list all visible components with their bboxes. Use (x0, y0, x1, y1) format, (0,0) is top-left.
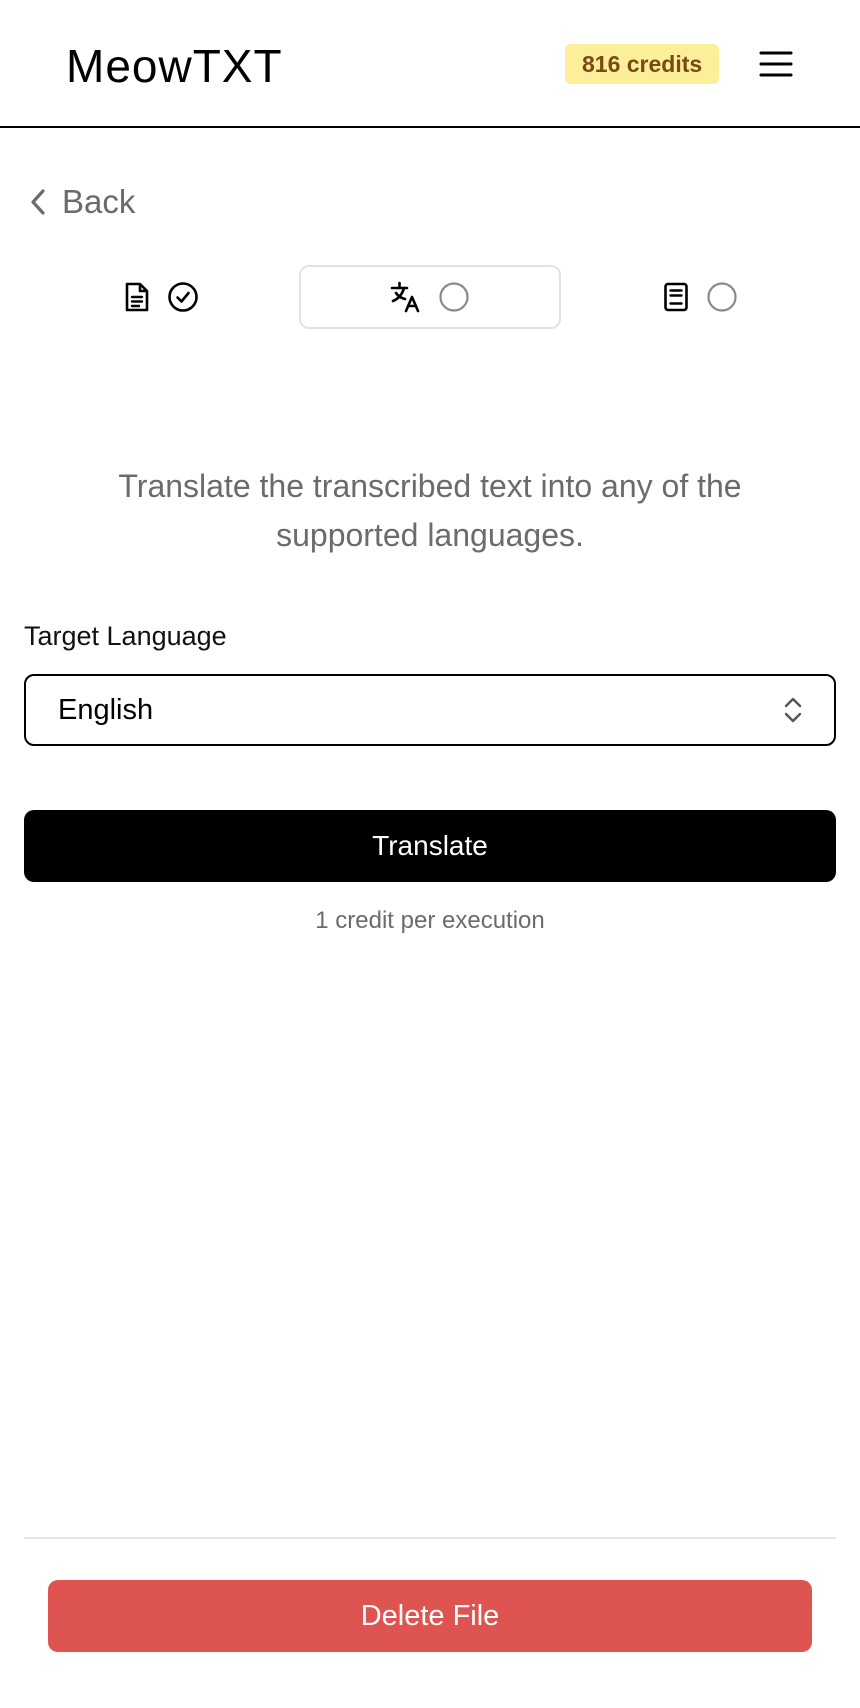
app-header: MeowTXT 816 credits (0, 0, 860, 128)
step-summary[interactable] (650, 265, 750, 329)
back-label: Back (62, 183, 136, 220)
step-description: Translate the transcribed text into any … (118, 468, 742, 553)
empty-circle-icon (707, 282, 737, 312)
step-transcribe[interactable] (111, 265, 211, 329)
back-button[interactable]: Back (28, 176, 135, 228)
target-language-select[interactable]: English (24, 674, 836, 746)
credits-badge: 816 credits (565, 44, 720, 84)
workflow-steps (0, 265, 860, 329)
hamburger-menu-icon (759, 51, 793, 77)
chevron-left-icon (31, 189, 45, 215)
target-language-label: Target Language (24, 621, 227, 651)
delete-file-button[interactable]: Delete File (48, 1580, 812, 1652)
translate-button[interactable]: Translate (24, 810, 836, 882)
document-icon (125, 282, 149, 312)
app-logo[interactable]: MeowTXT (66, 38, 283, 94)
translate-icon (390, 281, 420, 313)
step-translate[interactable] (299, 265, 561, 329)
target-language-value: English (58, 693, 154, 726)
menu-button[interactable] (756, 44, 796, 84)
credit-cost-note: 1 credit per execution (315, 907, 545, 934)
book-icon (664, 282, 688, 312)
footer-divider (24, 1537, 836, 1539)
empty-circle-icon (439, 282, 469, 312)
chevron-up-down-icon (784, 697, 802, 723)
check-circle-icon (168, 282, 198, 312)
